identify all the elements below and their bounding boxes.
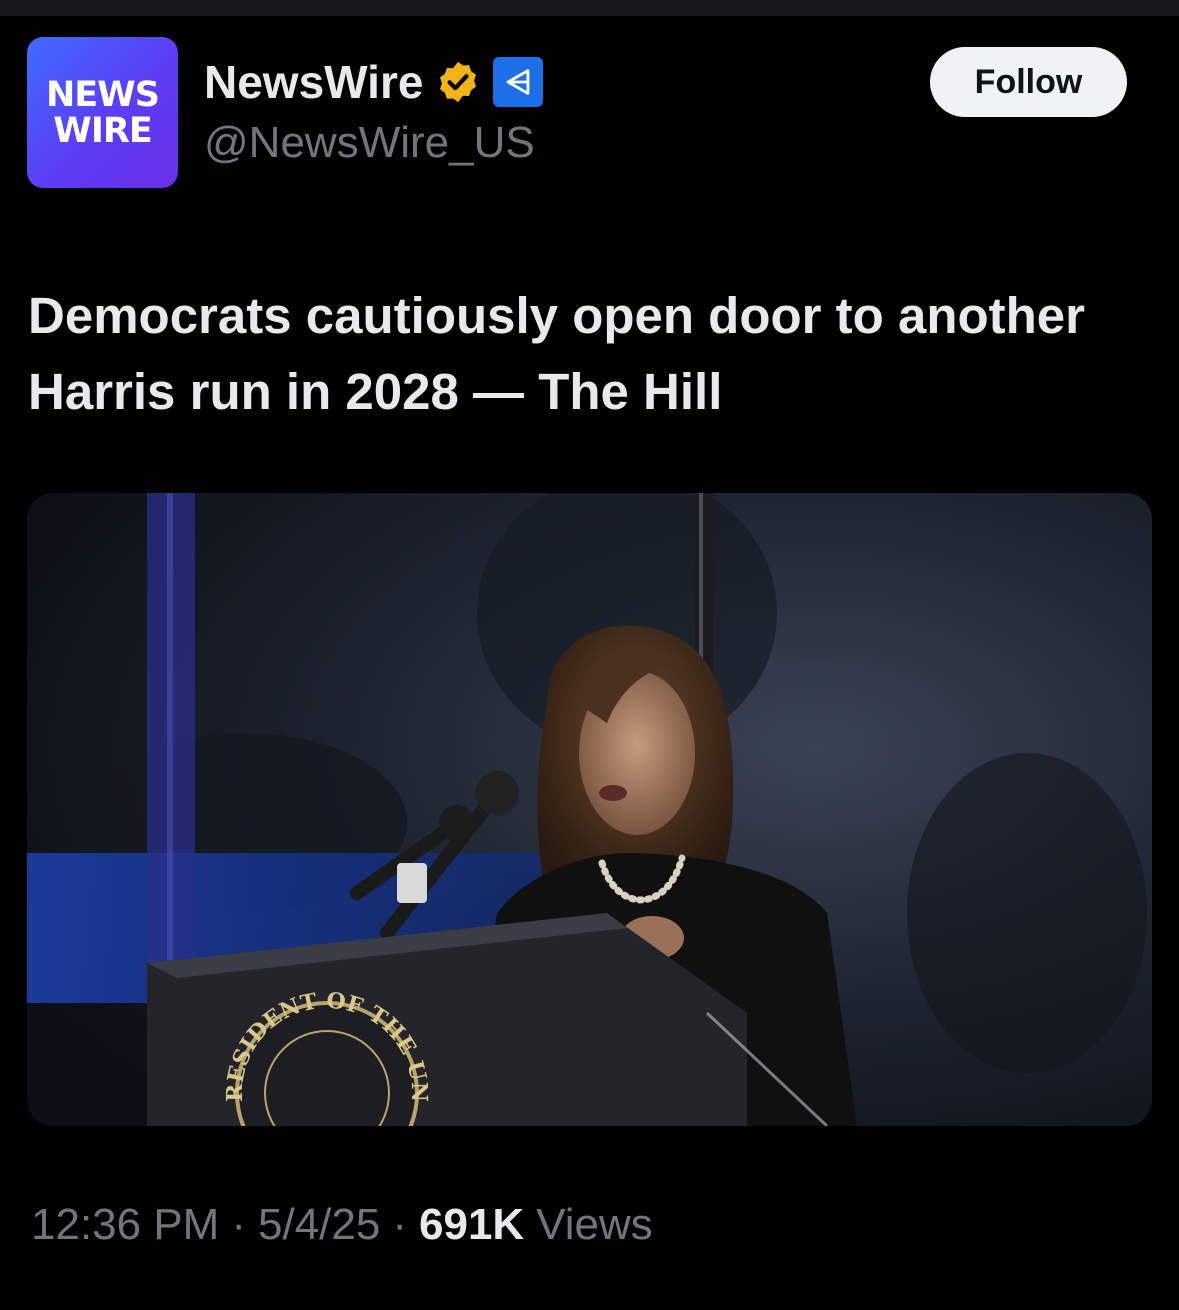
gold-checkmark-icon bbox=[440, 61, 477, 103]
account-name-row: NewsWire bbox=[204, 55, 544, 109]
post-text: Democrats cautiously open door to anothe… bbox=[28, 287, 1085, 420]
follow-button[interactable]: Follow bbox=[930, 47, 1127, 117]
post-image[interactable]: RESIDENT OF THE UN bbox=[27, 493, 1152, 1126]
post-time[interactable]: 12:36 PM bbox=[31, 1200, 219, 1250]
status-bar-strip bbox=[0, 0, 1179, 16]
post-meta: 12:36 PM · 5/4/25 · 691K Views bbox=[31, 1200, 653, 1250]
account-handle[interactable]: @NewsWire_US bbox=[204, 118, 535, 168]
views-count: 691K bbox=[419, 1200, 525, 1249]
avatar[interactable]: NEWS WIRE bbox=[27, 37, 178, 188]
meta-separator: · bbox=[231, 1200, 246, 1249]
affiliate-badge-icon bbox=[493, 57, 544, 107]
display-name[interactable]: NewsWire bbox=[204, 55, 423, 109]
meta-separator: · bbox=[392, 1200, 407, 1249]
avatar-text-wire: WIRE bbox=[53, 110, 152, 151]
avatar-text-news: NEWS bbox=[45, 74, 160, 115]
post-date[interactable]: 5/4/25 bbox=[258, 1200, 380, 1250]
views-label: Views bbox=[536, 1200, 653, 1249]
